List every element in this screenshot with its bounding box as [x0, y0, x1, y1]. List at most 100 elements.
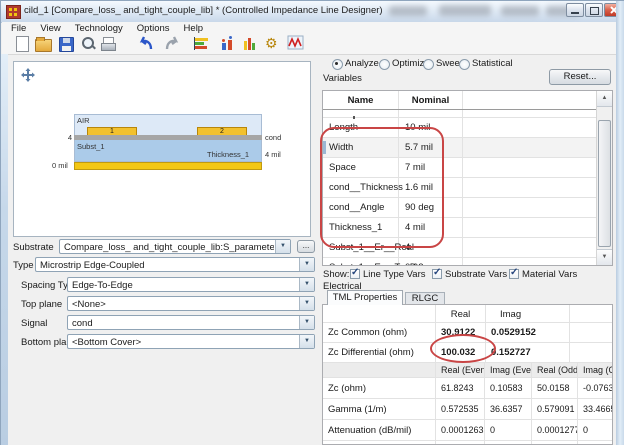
- chevron-down-icon[interactable]: ▼: [299, 335, 314, 348]
- table-row[interactable]: cond__Thickness 1.6 mil: [323, 178, 612, 198]
- var-value: 4 mil: [399, 218, 463, 237]
- open-folder-icon[interactable]: [35, 35, 53, 52]
- chevron-down-icon[interactable]: ▼: [299, 297, 314, 310]
- var-value: 90 deg: [399, 198, 463, 217]
- type-value: Microstrip Edge-Coupled: [40, 260, 298, 271]
- table-row[interactable]: Thickness_1 4 mil: [323, 218, 612, 238]
- spacing-type-combo[interactable]: Edge-To-Edge ▼: [67, 277, 315, 292]
- table-row[interactable]: Zc Differential (ohm) 100.032 0.152727: [323, 343, 612, 363]
- scroll-down-icon[interactable]: ▼: [597, 249, 612, 265]
- top-plane-value: <None>: [72, 299, 298, 310]
- table-row[interactable]: Space 7 mil: [323, 158, 612, 178]
- menu-help[interactable]: Help: [184, 23, 204, 34]
- variables-table: Name Nominal Length 10 mil Width 5.7 mil…: [322, 90, 613, 266]
- signal-value: cond: [72, 318, 298, 329]
- title-bar[interactable]: cild_1 [Compare_loss_ and_tight_couple_l…: [1, 1, 624, 23]
- sweep-radio[interactable]: [423, 59, 434, 70]
- table-row[interactable]: Attenuation (dB) 0.00126314 0 0.0012776 …: [323, 441, 612, 445]
- cond-height-label: 4: [62, 133, 72, 142]
- menu-options[interactable]: Options: [137, 23, 170, 34]
- tml-properties-table: Real Imag Zc Common (ohm) 30.9122 0.0529…: [322, 304, 613, 445]
- real-odd-header: Real (Odd): [532, 363, 578, 377]
- cell-value: 50.0158: [532, 378, 578, 398]
- zoom-icon[interactable]: [80, 35, 98, 52]
- substrate-vars-label: Substrate Vars: [445, 269, 507, 280]
- app-icon: [6, 5, 21, 19]
- bottom-plane-combo[interactable]: <Bottom Cover> ▼: [67, 334, 315, 349]
- table-row[interactable]: Zc (ohm) 61.8243 0.10583 50.0158 -0.0763…: [323, 378, 612, 399]
- menu-technology[interactable]: Technology: [75, 23, 123, 34]
- stacked-bar-chart-icon[interactable]: [194, 35, 212, 52]
- undo-icon[interactable]: [138, 35, 156, 52]
- top-plane-combo[interactable]: <None> ▼: [67, 296, 315, 311]
- substrate-vars-checkbox[interactable]: ✓: [432, 269, 442, 279]
- chevron-down-icon[interactable]: ▼: [299, 316, 314, 329]
- bottom-cover-layer: [74, 162, 262, 170]
- type-combo[interactable]: Microstrip Edge-Coupled ▼: [35, 257, 315, 272]
- variables-scrollbar[interactable]: ▲ ▼: [596, 91, 612, 265]
- reset-button[interactable]: Reset...: [549, 69, 611, 85]
- redo-icon[interactable]: [163, 35, 181, 52]
- new-file-icon[interactable]: [14, 35, 32, 52]
- table-row[interactable]: Subst_1__Er__TanD 0.02: [323, 258, 612, 266]
- dot-bar-chart-icon[interactable]: [219, 35, 237, 52]
- optimize-radio[interactable]: [379, 59, 390, 70]
- analyze-label: Analyze: [345, 58, 379, 69]
- cell-value: 30.9122: [436, 323, 486, 342]
- nominal-column-header[interactable]: Nominal: [399, 91, 463, 109]
- cell-value: 0.0529152: [486, 323, 570, 342]
- table-row[interactable]: Zc Common (ohm) 30.9122 0.0529152: [323, 323, 612, 343]
- var-name: cond__Thickness: [323, 178, 399, 197]
- print-icon[interactable]: [100, 35, 118, 52]
- tml-header-row: Real Imag: [323, 305, 612, 323]
- even-odd-header-row: Real (Even) Imag (Even) Real (Odd) Imag …: [323, 363, 612, 378]
- substrate-more-button[interactable]: ...: [297, 240, 315, 253]
- maximize-button[interactable]: [585, 3, 603, 17]
- chevron-down-icon[interactable]: ▼: [275, 240, 290, 253]
- table-row[interactable]: Subst_1__Er__Real 4: [323, 238, 612, 258]
- var-value: 1.6 mil: [399, 178, 463, 197]
- save-icon[interactable]: [58, 35, 76, 52]
- table-row[interactable]: Gamma (1/m) 0.572535 36.6357 0.579091 33…: [323, 399, 612, 420]
- tab-tml-properties[interactable]: TML Properties: [327, 290, 403, 305]
- name-column-header[interactable]: Name: [323, 91, 399, 109]
- signal-combo[interactable]: cond ▼: [67, 315, 315, 330]
- maximize-icon: [590, 7, 599, 15]
- table-row[interactable]: cond__Angle 90 deg: [323, 198, 612, 218]
- table-row[interactable]: Attenuation (dB/mil) 0.000126314 0 0.000…: [323, 420, 612, 441]
- cell-value: 0.00126314: [436, 441, 485, 445]
- var-name: Thickness_1: [323, 218, 399, 237]
- cell-value: 0.0012776: [532, 441, 578, 445]
- column-chart-icon[interactable]: [242, 35, 260, 52]
- chevron-down-icon[interactable]: ▼: [299, 258, 314, 271]
- menu-file[interactable]: File: [11, 23, 26, 34]
- waveform-icon[interactable]: [287, 35, 305, 52]
- cell-value: 0.579091: [532, 399, 578, 419]
- line-type-vars-checkbox[interactable]: ✓: [350, 269, 360, 279]
- row-label: Attenuation (dB): [323, 441, 436, 445]
- substrate-value: Compare_loss_ and_tight_couple_lib:S_par…: [64, 242, 274, 253]
- statistical-radio[interactable]: [459, 59, 470, 70]
- window-title: cild_1 [Compare_loss_ and_tight_couple_l…: [24, 5, 383, 16]
- minimize-button[interactable]: [566, 3, 584, 17]
- cross-section-panel[interactable]: AIR 1 2 4 cond Subst_1 Thickness_1 4 mil…: [13, 61, 311, 237]
- material-vars-checkbox[interactable]: ✓: [509, 269, 519, 279]
- thickness-label: Thickness_1: [207, 150, 249, 159]
- var-name: Length: [323, 118, 399, 137]
- scroll-up-icon[interactable]: ▲: [597, 91, 612, 107]
- scrollbar-thumb[interactable]: [598, 120, 611, 247]
- substrate-combo[interactable]: Compare_loss_ and_tight_couple_lib:S_par…: [59, 239, 291, 254]
- var-name: Subst_1__Er__Real: [323, 238, 399, 257]
- substrate-label: Substrate: [13, 242, 54, 253]
- chevron-down-icon[interactable]: ▼: [299, 278, 314, 291]
- table-row[interactable]: Length 10 mil: [323, 118, 612, 138]
- cell-value: -0.0763633: [578, 378, 612, 398]
- cell-value: 0: [485, 441, 532, 445]
- analyze-radio[interactable]: [332, 59, 343, 70]
- imag-even-header: Imag (Even): [485, 363, 532, 377]
- row-label: Zc (ohm): [323, 378, 436, 398]
- table-row[interactable]: Width 5.7 mil: [323, 138, 612, 158]
- row-label: Zc Common (ohm): [323, 323, 436, 342]
- menu-view[interactable]: View: [40, 23, 60, 34]
- gear-icon[interactable]: ⚙: [265, 35, 283, 52]
